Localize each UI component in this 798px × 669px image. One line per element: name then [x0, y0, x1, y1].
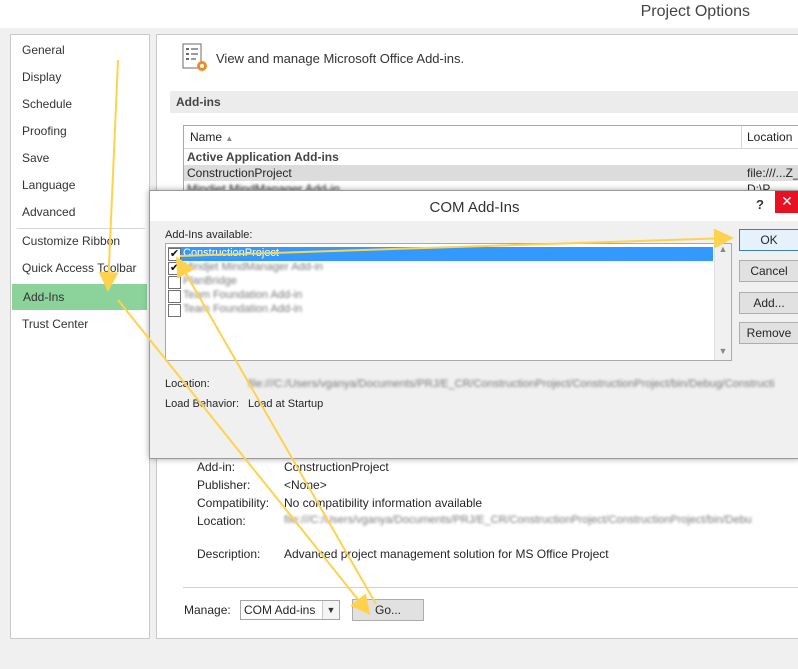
ok-button[interactable]: OK	[739, 229, 798, 251]
addins-manage-icon	[182, 43, 207, 71]
chevron-down-icon[interactable]: ▼	[322, 601, 339, 619]
manage-select[interactable]: COM Add-ins ▼	[240, 600, 340, 620]
column-header-location[interactable]: Location	[747, 130, 792, 144]
table-cell-name[interactable]: ConstructionProject	[187, 166, 292, 180]
list-item-label: Team Foundation Add-in	[183, 303, 303, 315]
list-item[interactable]: ✔ ConstructionProject	[168, 247, 713, 261]
detail-description-value: Advanced project management solution for…	[284, 547, 609, 561]
list-item[interactable]: ✔ Mindjet MindManager Add-in	[168, 261, 713, 275]
detail-description-label: Description:	[197, 547, 261, 561]
sidebar-item-general[interactable]: General	[11, 37, 147, 63]
checkbox[interactable]	[168, 276, 181, 289]
addins-available-list[interactable]: ✔ ConstructionProject ✔ Mindjet MindMana…	[165, 243, 732, 361]
scroll-up-icon[interactable]: ▲	[715, 244, 731, 258]
sidebar-item-display[interactable]: Display	[11, 64, 147, 90]
sidebar-item-schedule[interactable]: Schedule	[11, 91, 147, 117]
section-header	[170, 91, 798, 113]
dialog-location-value: file:///C:/Users/vganya/Documents/PRJ/E_…	[248, 378, 775, 390]
options-sidebar: General Display Schedule Proofing Save L…	[10, 34, 150, 639]
sidebar-item-proofing[interactable]: Proofing	[11, 118, 147, 144]
checkbox[interactable]	[168, 290, 181, 303]
sidebar-item-customize-ribbon[interactable]: Customize Ribbon	[11, 228, 147, 254]
manage-divider	[183, 587, 798, 588]
sort-ascending-icon: ▲	[225, 134, 234, 143]
com-addins-dialog: COM Add-Ins ? ✕ Add-Ins available: ✔ Con…	[149, 190, 798, 459]
checkbox[interactable]: ✔	[168, 248, 181, 261]
column-header-name-label: Name	[190, 130, 223, 144]
page-header: View and manage Microsoft Office Add-ins…	[216, 51, 465, 66]
detail-compatibility-value: No compatibility information available	[284, 496, 483, 510]
list-item-label: ConstructionProject	[183, 247, 279, 259]
list-scrollbar[interactable]: ▲ ▼	[714, 244, 731, 360]
cancel-button[interactable]: Cancel	[739, 260, 798, 282]
dialog-location-label: Location:	[165, 378, 210, 390]
sidebar-item-trust-center[interactable]: Trust Center	[11, 311, 147, 337]
list-item[interactable]: Team Foundation Add-in	[168, 289, 713, 303]
checkbox[interactable]: ✔	[168, 262, 181, 275]
list-item-label: Mindjet MindManager Add-in	[183, 261, 324, 273]
detail-compatibility-label: Compatibility:	[197, 496, 270, 510]
checkbox[interactable]	[168, 304, 181, 317]
go-button[interactable]: Go...	[352, 599, 424, 621]
table-cell-location[interactable]: file:///...Z_	[747, 166, 798, 180]
load-behavior-label: Load Behavior:	[165, 398, 239, 410]
manage-select-value: COM Add-ins	[244, 603, 316, 617]
addins-table: Name ▲ Location Active Application Add-i…	[183, 125, 798, 197]
remove-button[interactable]: Remove	[739, 322, 798, 344]
detail-addin-label: Add-in:	[197, 460, 236, 474]
list-item-label: PlanBridge	[183, 275, 237, 287]
scroll-down-icon[interactable]: ▼	[715, 346, 731, 360]
sidebar-item-save[interactable]: Save	[11, 145, 147, 171]
list-item[interactable]: PlanBridge	[168, 275, 713, 289]
detail-publisher-label: Publisher:	[197, 478, 251, 492]
manage-label: Manage:	[184, 603, 231, 617]
add-button[interactable]: Add...	[739, 292, 798, 314]
column-divider[interactable]	[741, 126, 742, 148]
sidebar-item-advanced[interactable]: Advanced	[11, 199, 147, 225]
addins-available-label: Add-Ins available:	[165, 229, 253, 241]
list-item[interactable]: Team Foundation Add-in	[168, 303, 713, 317]
load-behavior-value: Load at Startup	[248, 398, 324, 410]
detail-publisher-value: <None>	[284, 478, 327, 492]
help-icon[interactable]: ?	[756, 197, 764, 212]
detail-location-label: Location:	[197, 514, 246, 528]
sidebar-item-quick-access-toolbar[interactable]: Quick Access Toolbar	[11, 255, 147, 281]
table-group-header: Active Application Add-ins	[187, 150, 339, 164]
detail-addin-value: ConstructionProject	[284, 460, 389, 474]
list-item-label: Team Foundation Add-in	[183, 289, 303, 301]
sidebar-item-add-ins[interactable]: Add-Ins	[12, 284, 147, 310]
close-icon[interactable]: ✕	[775, 191, 798, 213]
section-title: Add-ins	[176, 95, 221, 109]
dialog-title: COM Add-Ins	[429, 199, 520, 216]
window-title: Project Options	[640, 3, 750, 20]
detail-location-value: file:///C:/Users/vganya/Documents/PRJ/E_…	[284, 514, 752, 526]
column-header-name[interactable]: Name ▲	[190, 130, 233, 144]
sidebar-item-language[interactable]: Language	[11, 172, 147, 198]
table-header-row: Name ▲ Location	[184, 126, 798, 149]
